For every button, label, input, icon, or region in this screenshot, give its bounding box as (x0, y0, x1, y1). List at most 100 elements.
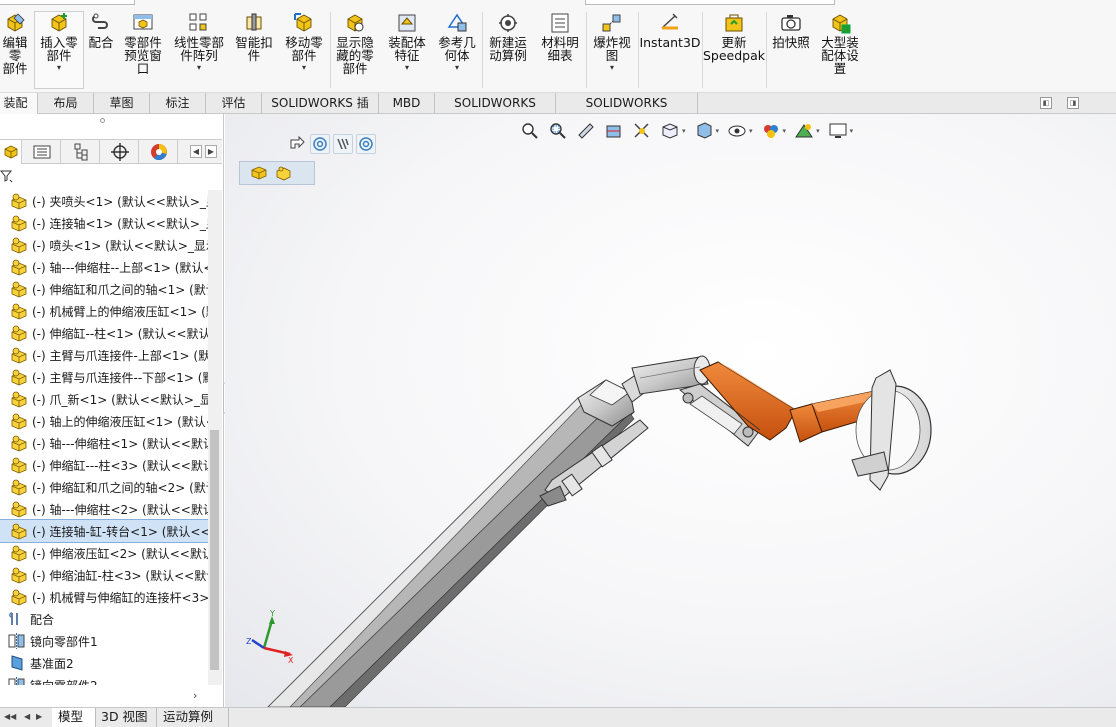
tree-item-component[interactable]: (-) 轴---伸缩柱<2> (默认<<默认>_显示状态 1>) (0, 498, 208, 520)
chevron-down-icon[interactable]: ▾ (749, 127, 753, 135)
insert-components-button[interactable]: 插入零 部件 ▾ (34, 11, 84, 89)
apply-scene-icon[interactable] (794, 121, 814, 141)
snapshot-button[interactable]: 拍快照 (768, 12, 814, 49)
chevron-down-icon[interactable]: ▾ (816, 127, 820, 135)
search-strip[interactable] (585, 0, 835, 5)
scrollbar-thumb[interactable] (210, 430, 219, 670)
filter-icon[interactable] (0, 169, 14, 183)
reference-geometry-button[interactable]: 参考几 何体 ▾ (434, 12, 480, 72)
tree-item-component[interactable]: (-) 主臂与爪连接件--下部<1> (默认<<默认>_显示状态 1>) (0, 366, 208, 388)
tree-filter-row[interactable] (0, 166, 222, 184)
view-orientation-icon[interactable] (310, 134, 330, 154)
arrow-icon[interactable] (287, 134, 307, 154)
display-style-icon[interactable] (356, 134, 376, 154)
tree-item-component[interactable]: (-) 连接轴<1> (默认<<默认>_显示状态 1>) (0, 212, 208, 234)
exploded-view-button[interactable]: 爆炸视 图 ▾ (588, 12, 636, 72)
part-breadcrumb-icon[interactable] (274, 165, 292, 181)
tree-item-component[interactable]: (-) 伸缩油缸-柱<3> (默认<<默认>_显示状态 1>) (0, 564, 208, 586)
section-view-icon[interactable] (604, 121, 624, 141)
assembly-breadcrumb-icon[interactable] (250, 165, 268, 181)
tree-item-plane[interactable]: 基准面2 (0, 652, 208, 674)
tab-3[interactable]: 标注 (150, 93, 206, 114)
property-manager-tab-icon[interactable] (23, 140, 61, 164)
panel-tabs-next-icon[interactable]: ▶ (205, 145, 217, 158)
linear-pattern-button[interactable]: 线性零部 件阵列 ▾ (170, 12, 228, 72)
tree-item-component[interactable]: (-) 连接轴-缸-转台<1> (默认<<默认>_显示状态 1>) (0, 519, 208, 543)
chevron-down-icon[interactable]: ▾ (197, 64, 201, 72)
robot-arm-model[interactable] (225, 114, 1116, 707)
chevron-down-icon[interactable]: ▾ (455, 64, 459, 72)
tree-item-component[interactable]: (-) 伸缩缸和爪之间的轴<2> (默认<<默认>_显示状态 1>) (0, 476, 208, 498)
panel-tabs-prev-icon[interactable]: ◀ (190, 145, 202, 158)
tree-item-component[interactable]: (-) 轴---伸缩柱<1> (默认<<默认>_显示状态 1>) (0, 432, 208, 454)
first-tab-icon[interactable]: ◀◀ (4, 712, 16, 721)
view-orientation-icon[interactable] (660, 121, 680, 141)
tree-item-component[interactable]: (-) 轴---伸缩柱--上部<1> (默认<<默认>_显示状态 1>) (0, 256, 208, 278)
section-view-icon[interactable] (333, 134, 353, 154)
tree-item-component[interactable]: (-) 夹喷头<1> (默认<<默认>_显示状态 1>) (0, 190, 208, 212)
tab-1[interactable]: 布局 (38, 93, 94, 114)
panel-grip-icon[interactable] (100, 118, 105, 123)
tree-item-mirror[interactable]: 镜向零部件1 (0, 630, 208, 652)
tree-item-component[interactable]: (-) 伸缩缸---柱<3> (默认<<默认>_显示状态 1>) (0, 454, 208, 476)
tree-item-mates[interactable]: 配合 (0, 608, 208, 630)
tree-item-component[interactable]: (-) 轴上的伸缩液压缸<1> (默认<<默认>_显示状态 1>) (0, 410, 208, 432)
tree-item-component[interactable]: (-) 机械臂上的伸缩液压缸<1> (默认<<默认>_显示状态 1>) (0, 300, 208, 322)
zoom-to-area-icon[interactable] (548, 121, 568, 141)
tab-4[interactable]: 评估 (206, 93, 262, 114)
zoom-to-fit-icon[interactable] (520, 121, 540, 141)
tab-7[interactable]: SOLIDWORKS CAM (435, 93, 556, 130)
dynamic-annotation-icon[interactable] (632, 121, 652, 141)
tab-8[interactable]: SOLIDWORKS Inspection (556, 93, 698, 130)
previous-view-icon[interactable] (576, 121, 596, 141)
smart-fasteners-button[interactable]: 智能扣 件 (232, 12, 276, 62)
assembly-features-button[interactable]: 装配体 特征 ▾ (384, 12, 430, 72)
update-speedpak-button[interactable]: 更新 Speedpak (703, 12, 765, 62)
chevron-down-icon[interactable]: ▾ (716, 127, 720, 135)
tab-0[interactable]: 装配体 (0, 93, 38, 130)
next-tab-icon[interactable]: ▶ (36, 712, 42, 721)
bottom-tab-2[interactable]: 运动算例 1 (157, 708, 229, 727)
restore-panel-icon[interactable]: ◧ (1040, 97, 1052, 109)
tree-item-mirror[interactable]: 镜向零部件2 (0, 674, 208, 685)
display-style-icon[interactable] (694, 121, 714, 141)
graphics-area[interactable]: ▾ ▾ ▾ ▾ ▾ ▾ Y X Z (225, 114, 1116, 707)
bottom-tab-1[interactable]: 3D 视图 (95, 708, 157, 727)
expand-panel-icon[interactable]: ◨ (1067, 97, 1079, 109)
new-motion-study-button[interactable]: 新建运 动算例 (484, 12, 532, 62)
chevron-down-icon[interactable]: ▾ (682, 127, 686, 135)
chevron-down-icon[interactable]: ▾ (405, 64, 409, 72)
tree-vertical-scrollbar[interactable] (208, 190, 222, 685)
chevron-down-icon[interactable]: ▾ (57, 64, 61, 72)
mate-button[interactable]: 配合 (86, 12, 116, 49)
edit-component-button[interactable]: 编辑零 部件 (0, 12, 32, 75)
chevron-down-icon[interactable]: ▾ (850, 127, 854, 135)
tree-item-component[interactable]: (-) 伸缩缸和爪之间的轴<1> (默认<<默认>_显示状态 1>) (0, 278, 208, 300)
tab-2[interactable]: 草图 (94, 93, 150, 114)
tree-item-component[interactable]: (-) 主臂与爪连接件-上部<1> (默认<<默认>_显示状态 1>) (0, 344, 208, 366)
chevron-down-icon[interactable]: ▾ (610, 64, 614, 72)
tree-item-component[interactable]: (-) 机械臂与伸缩缸的连接杆<3> (默认<<默认>_显示状态 1>) (0, 586, 208, 608)
edit-appearance-icon[interactable] (761, 121, 781, 141)
tab-5[interactable]: SOLIDWORKS 插件 (262, 93, 379, 130)
instant3d-button[interactable]: Instant3D (639, 12, 701, 49)
chevron-down-icon[interactable]: ▾ (302, 64, 306, 72)
configuration-manager-tab-icon[interactable] (62, 140, 100, 164)
feature-tree-tab-icon[interactable] (0, 140, 22, 164)
view-settings-icon[interactable] (828, 121, 848, 141)
tree-item-component[interactable]: (-) 伸缩液压缸<2> (默认<<默认>_显示状态 1>) (0, 542, 208, 564)
scroll-right-icon[interactable]: › (193, 689, 197, 702)
prev-tab-icon[interactable]: ◀ (24, 712, 30, 721)
move-component-button[interactable]: 移动零 部件 ▾ (280, 12, 328, 72)
tree-item-component[interactable]: (-) 伸缩缸--柱<1> (默认<<默认>_显示状态 1>) (0, 322, 208, 344)
bill-of-materials-button[interactable]: 材料明 细表 (536, 12, 584, 62)
bottom-tab-0[interactable]: 模型 (52, 708, 96, 727)
display-manager-tab-icon[interactable] (140, 140, 178, 164)
component-preview-button[interactable]: 零部件 预览窗 口 (120, 12, 166, 75)
chevron-down-icon[interactable]: ▾ (783, 127, 787, 135)
tab-6[interactable]: MBD (379, 93, 435, 114)
show-hidden-button[interactable]: 显示隐 藏的零 部件 (332, 12, 378, 75)
large-assembly-button[interactable]: 大型装 配体设 置 (816, 12, 864, 75)
dimxpert-tab-icon[interactable] (101, 140, 139, 164)
tree-item-component[interactable]: (-) 喷头<1> (默认<<默认>_显示状态 1>) (0, 234, 208, 256)
